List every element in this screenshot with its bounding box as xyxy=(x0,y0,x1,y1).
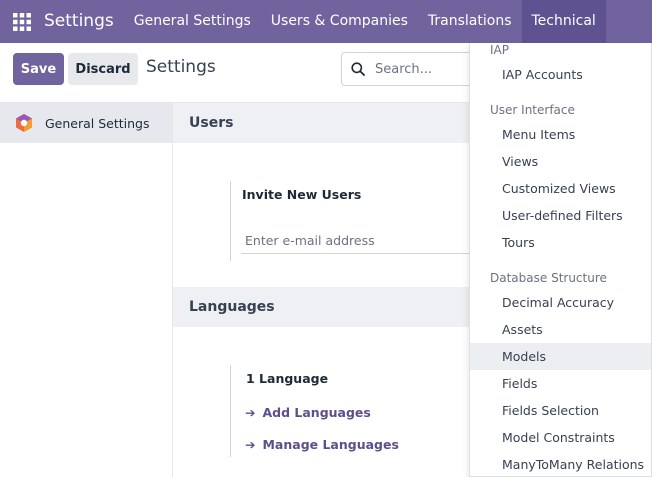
search-icon xyxy=(351,62,365,76)
menu-item-customized-views[interactable]: Customized Views xyxy=(470,175,651,202)
discard-button[interactable]: Discard xyxy=(68,53,138,85)
invite-users-label: Invite New Users xyxy=(242,187,362,202)
add-languages-link[interactable]: ➔ Add Languages xyxy=(245,405,371,420)
sidebar-item-label: General Settings xyxy=(45,115,150,131)
top-navbar: Settings General Settings Users & Compan… xyxy=(0,0,652,43)
language-count: 1 Language xyxy=(246,371,329,386)
nav-translations[interactable]: Translations xyxy=(418,0,522,43)
save-button[interactable]: Save xyxy=(13,53,64,85)
sidebar-item-general-settings[interactable]: General Settings xyxy=(0,103,172,143)
menu-item-views[interactable]: Views xyxy=(470,148,651,175)
dropdown-header-iap: IAP xyxy=(490,43,509,57)
arrow-right-icon: ➔ xyxy=(245,437,256,452)
arrow-right-icon: ➔ xyxy=(245,405,256,420)
dropdown-header-user-interface: User Interface xyxy=(490,103,575,117)
menu-item-models[interactable]: Models xyxy=(470,343,651,370)
menu-item-assets[interactable]: Assets xyxy=(470,316,651,343)
technical-dropdown-menu: IAP IAP Accounts User Interface Menu Ite… xyxy=(469,43,652,477)
languages-block xyxy=(230,365,231,457)
menu-item-decimal-accuracy[interactable]: Decimal Accuracy xyxy=(470,289,651,316)
menu-item-iap-accounts[interactable]: IAP Accounts xyxy=(470,61,651,88)
menu-item-fields-selection[interactable]: Fields Selection xyxy=(470,397,651,424)
search-box[interactable] xyxy=(341,52,481,86)
menu-item-manytomany-relations[interactable]: ManyToMany Relations xyxy=(470,451,651,476)
menu-item-model-constraints[interactable]: Model Constraints xyxy=(470,424,651,451)
manage-languages-link[interactable]: ➔ Manage Languages xyxy=(245,437,399,452)
dropdown-header-database-structure: Database Structure xyxy=(490,271,607,285)
search-input[interactable] xyxy=(375,61,465,77)
app-brand[interactable]: Settings xyxy=(44,0,124,43)
page-title: Settings xyxy=(146,57,216,77)
nav-users-companies[interactable]: Users & Companies xyxy=(261,0,418,43)
menu-item-user-defined-filters[interactable]: User-defined Filters xyxy=(470,202,651,229)
invite-users-block xyxy=(230,181,231,261)
add-languages-label: Add Languages xyxy=(262,405,371,420)
menu-item-menu-items[interactable]: Menu Items xyxy=(470,121,651,148)
settings-sidebar: General Settings xyxy=(0,103,173,477)
odoo-settings-icon xyxy=(16,114,32,132)
menu-item-tours[interactable]: Tours xyxy=(470,229,651,256)
apps-menu-icon[interactable] xyxy=(0,0,44,43)
manage-languages-label: Manage Languages xyxy=(262,437,399,452)
email-field[interactable] xyxy=(241,228,481,254)
menu-item-fields[interactable]: Fields xyxy=(470,370,651,397)
nav-general-settings[interactable]: General Settings xyxy=(124,0,261,43)
nav-technical[interactable]: Technical xyxy=(521,0,606,43)
